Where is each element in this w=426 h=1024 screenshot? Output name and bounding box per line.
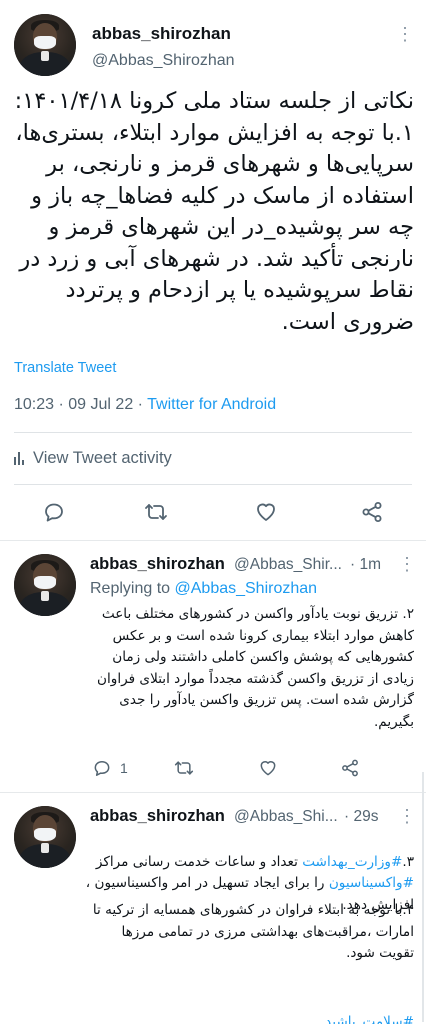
author-handle[interactable]: @Abbas_Shirozhan	[92, 52, 235, 70]
tweet-age-value: 1m	[359, 556, 382, 573]
retweet-button[interactable]	[144, 500, 168, 524]
reply-icon	[94, 761, 110, 776]
share-button[interactable]	[360, 500, 384, 524]
author-handle[interactable]: @Abbas_Shir...	[234, 556, 342, 574]
bar-chart-icon	[14, 451, 24, 465]
tweet-time: 10:23	[14, 396, 55, 413]
point-number: ۳.	[402, 853, 414, 870]
reply-text: ۴.با توجه به ابتلاء فراوان در کشورهای هم…	[92, 902, 414, 962]
divider	[0, 540, 426, 541]
reply-icon	[45, 503, 63, 522]
author-handle[interactable]: @Abbas_Shi...	[234, 808, 338, 826]
tweet-age: · 1m	[350, 556, 382, 573]
reply-count: 1	[120, 760, 128, 776]
main-tweet: abbas_shirozhan @Abbas_Shirozhan ⋮ نکاتی…	[0, 0, 426, 540]
divider	[0, 792, 426, 793]
reply-text: ۲. تزریق نوبت یادآور واکسن در کشورهای مخ…	[97, 606, 414, 730]
share-icon	[342, 759, 358, 777]
scrollbar[interactable]	[422, 772, 424, 1022]
hashtag-link[interactable]: #وزارت_بهداشت	[302, 854, 402, 870]
avatar[interactable]	[14, 14, 76, 76]
tweet-meta: 10:23 · 09 Jul 22 · Twitter for Android	[14, 396, 276, 414]
activity-label: View Tweet activity	[33, 448, 172, 467]
retweet-button[interactable]	[174, 758, 194, 778]
tweet-age-value: 29s	[353, 808, 379, 825]
author-name[interactable]: abbas_shirozhan	[92, 24, 231, 44]
more-dots-icon[interactable]: ⋮	[398, 806, 417, 827]
author-name[interactable]: abbas_shirozhan	[90, 555, 225, 574]
avatar[interactable]	[14, 554, 76, 616]
meta-separator: ·	[137, 396, 148, 413]
tweet-age: · 29s	[344, 808, 379, 825]
heart-icon	[257, 503, 275, 521]
divider	[14, 484, 412, 485]
hashtag-link[interactable]: #واکسیناسیون	[329, 875, 414, 891]
divider	[14, 432, 412, 433]
avatar[interactable]	[14, 806, 76, 868]
tweet-date: 09 Jul 22	[68, 396, 134, 413]
heart-icon	[260, 761, 276, 776]
reply-text: #سلامت_باشید	[84, 990, 414, 1024]
reply-button[interactable]: 1	[92, 758, 128, 778]
reply-button[interactable]	[42, 500, 66, 524]
share-icon	[362, 502, 382, 522]
view-tweet-activity-button[interactable]: View Tweet activity	[14, 446, 172, 470]
replying-mention-link[interactable]: @Abbas_Shirozhan	[175, 580, 318, 597]
hashtag-link[interactable]: #سلامت_باشید	[325, 1014, 414, 1024]
more-dots-icon[interactable]: ⋮	[398, 554, 417, 575]
tweet-source-link[interactable]: Twitter for Android	[147, 396, 276, 413]
like-button[interactable]	[254, 500, 278, 524]
meta-separator: ·	[58, 396, 69, 413]
more-dots-icon[interactable]: ⋮	[396, 24, 415, 45]
replying-prefix: Replying to	[90, 580, 171, 597]
tweet-text: نکاتی از جلسه ستاد ملی کرونا ۱۴۰۱/۴/۱۸: …	[14, 88, 414, 335]
author-name[interactable]: abbas_shirozhan	[90, 807, 225, 826]
share-button[interactable]	[340, 758, 360, 778]
translate-tweet-link[interactable]: Translate Tweet	[14, 360, 116, 376]
retweet-icon	[145, 504, 167, 520]
like-button[interactable]	[258, 758, 278, 778]
replying-to: Replying to @Abbas_Shirozhan	[90, 580, 317, 598]
text-segment: تعداد و ساعات خدمت رسانی مراکز	[95, 853, 303, 870]
retweet-icon	[174, 761, 194, 775]
